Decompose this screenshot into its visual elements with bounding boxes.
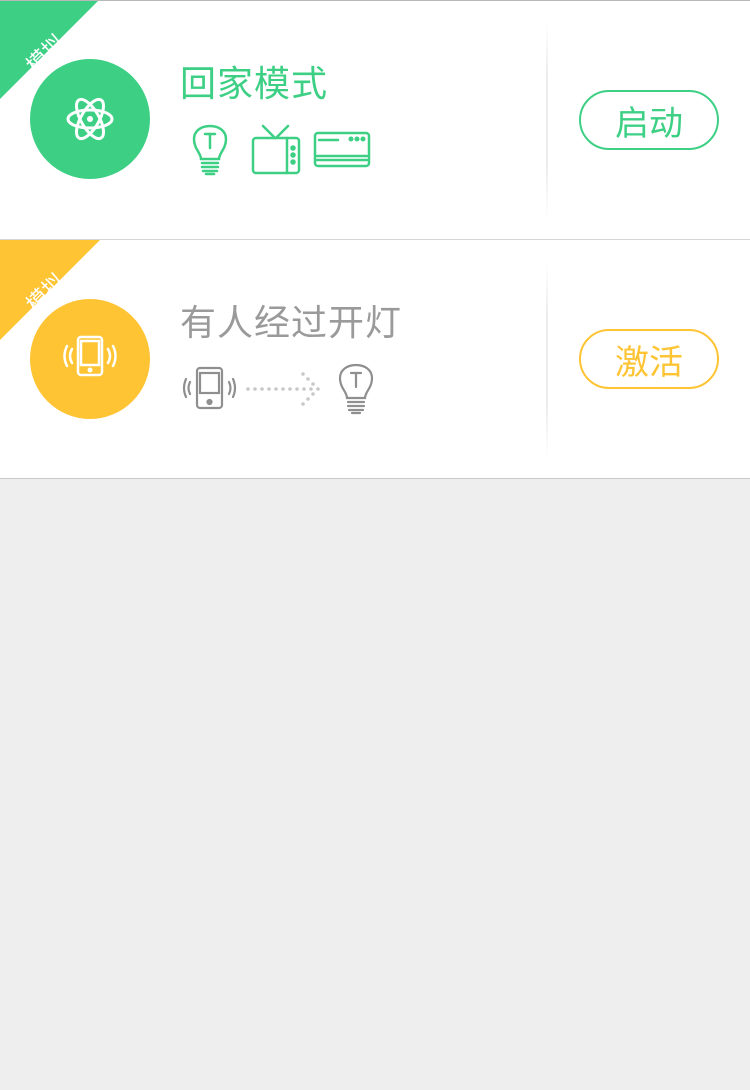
lightbulb-icon bbox=[192, 124, 228, 176]
empty-content-area bbox=[0, 479, 750, 1090]
scene-device-icons bbox=[180, 360, 380, 420]
scene-card-motion-light[interactable]: 模拟 有人经过开灯 激活 bbox=[0, 239, 750, 479]
start-button[interactable]: 启动 bbox=[579, 90, 719, 150]
scene-avatar bbox=[30, 59, 150, 179]
air-conditioner-icon bbox=[313, 131, 371, 168]
atom-icon bbox=[66, 97, 114, 141]
scene-title: 回家模式 bbox=[180, 64, 329, 105]
card-divider bbox=[546, 21, 548, 221]
activate-button[interactable]: 激活 bbox=[579, 329, 719, 389]
scene-device-icons bbox=[180, 121, 380, 181]
scene-avatar bbox=[30, 299, 150, 419]
scene-title: 有人经过开灯 bbox=[180, 303, 403, 344]
card-divider bbox=[546, 260, 548, 460]
scene-card-home-mode[interactable]: 模拟 回家模式 启动 bbox=[0, 0, 750, 239]
vibrating-phone-icon bbox=[63, 335, 117, 377]
tv-icon bbox=[251, 124, 301, 175]
dotted-arrow-icon bbox=[246, 372, 320, 406]
lightbulb-icon bbox=[338, 363, 374, 415]
vibrating-phone-icon bbox=[182, 366, 237, 410]
